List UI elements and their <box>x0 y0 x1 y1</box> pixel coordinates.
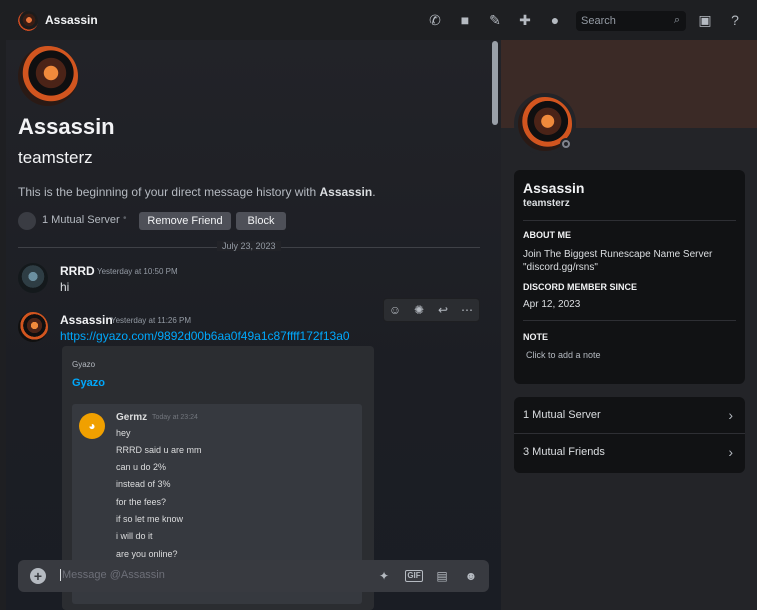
message-text: hi <box>60 280 70 294</box>
video-icon[interactable]: ■ <box>457 12 473 28</box>
mutual-friends-label: 3 Mutual Friends <box>523 446 605 458</box>
more-icon[interactable]: ⋯ <box>459 302 475 318</box>
emoji-icon[interactable]: ☻ <box>463 568 479 584</box>
dm-header-username: teamsterz <box>18 148 93 167</box>
inbox-icon[interactable]: ▣ <box>697 12 713 28</box>
avatar[interactable] <box>18 312 48 342</box>
search-placeholder: Search <box>581 15 616 27</box>
reply-icon[interactable]: ↩ <box>435 302 451 318</box>
screenshot-line: i will do it <box>116 531 153 541</box>
dm-avatar[interactable] <box>18 11 38 31</box>
mutual-server-icon[interactable] <box>18 212 36 230</box>
screenshot-author: Germz <box>116 412 148 423</box>
profile-username: teamsterz <box>523 198 570 209</box>
message-link[interactable]: https://gyazo.com/9892d00b6aa0f49a1c87ff… <box>60 329 350 343</box>
profile-card: Assassin teamsterz ABOUT ME Join The Big… <box>514 170 745 384</box>
divider <box>523 220 736 221</box>
gif-button[interactable]: GIF <box>405 570 423 582</box>
note-input[interactable]: Click to add a note <box>526 350 601 360</box>
gift-icon[interactable]: ✦ <box>376 568 392 584</box>
screenshot-line: for the fees? <box>116 497 167 507</box>
member-since-date: Apr 12, 2023 <box>523 299 581 310</box>
search-icon: ⌕ <box>673 14 680 26</box>
discord-icon: ◕ <box>79 413 105 439</box>
pin-icon[interactable]: ✎ <box>487 12 503 28</box>
dm-title: Assassin <box>45 13 98 27</box>
dm-intro-name: Assassin <box>319 185 373 199</box>
profile-name: Assassin <box>523 180 585 196</box>
add-reaction-icon[interactable]: ☺ <box>387 302 403 318</box>
mutual-servers-label: 1 Mutual Server <box>523 409 601 421</box>
about-me-heading: ABOUT ME <box>523 230 571 240</box>
avatar[interactable] <box>18 263 48 293</box>
screenshot-line: are you online? <box>116 549 178 559</box>
screenshot-line: RRRD said u are mm <box>116 445 202 455</box>
screenshot-line: if so let me know <box>116 514 184 524</box>
message-input[interactable]: Message @Assassin <box>60 569 165 581</box>
phone-call-icon[interactable]: ✆ <box>427 12 443 28</box>
block-button[interactable]: Block <box>236 212 286 230</box>
screenshot-line: hey <box>116 428 131 438</box>
mutual-servers-row[interactable]: 1 Mutual Server › <box>514 397 745 433</box>
chat-panel: Assassin teamsterz This is the beginning… <box>6 40 501 610</box>
chat-scrollbar[interactable] <box>492 41 498 125</box>
help-icon[interactable]: ? <box>727 12 743 28</box>
super-reaction-icon[interactable]: ✺ <box>411 302 427 318</box>
note-heading: NOTE <box>523 332 549 342</box>
about-me-text: Join The Biggest Runescape Name Server "… <box>523 249 713 273</box>
remove-friend-button[interactable]: Remove Friend <box>139 212 231 230</box>
search-input[interactable]: Search ⌕ <box>576 11 686 31</box>
message-timestamp: Yesterday at 11:26 PM <box>111 316 192 325</box>
divider <box>523 320 736 321</box>
upload-plus-icon[interactable]: + <box>30 568 46 584</box>
user-profile-panel: Assassin teamsterz ABOUT ME Join The Big… <box>501 40 757 610</box>
embed-provider: Gyazo <box>72 360 96 369</box>
message-timestamp: Yesterday at 10:50 PM <box>97 267 178 276</box>
mutual-servers-link[interactable]: 1 Mutual Server <box>42 214 120 226</box>
mutuals-card: 1 Mutual Server › 3 Mutual Friends › <box>514 397 745 473</box>
dm-header-avatar[interactable] <box>18 46 78 106</box>
message-author[interactable]: Assassin <box>60 313 113 327</box>
profile-icon[interactable]: ● <box>547 12 563 28</box>
screenshot-time: Today at 23:24 <box>152 414 198 421</box>
message-actions-toolbar: ☺ ✺ ↩ ⋯ <box>383 298 480 322</box>
screenshot-line: can u do 2% <box>116 462 167 472</box>
date-divider: July 23, 2023 <box>217 241 281 251</box>
chevron-right-icon: › <box>728 444 733 460</box>
message-author[interactable]: RRRD <box>60 264 95 278</box>
add-user-icon[interactable]: ✚ <box>517 12 533 28</box>
mutual-friends-row[interactable]: 3 Mutual Friends › <box>514 434 745 472</box>
sticker-icon[interactable]: ▤ <box>434 568 450 584</box>
separator-dot: • <box>123 213 127 224</box>
message-composer: + Message @Assassin ✦ GIF ▤ ☻ <box>18 560 489 592</box>
member-since-heading: DISCORD MEMBER SINCE <box>523 282 638 292</box>
embed-title[interactable]: Gyazo <box>72 377 105 389</box>
screenshot-line: instead of 3% <box>116 479 171 489</box>
status-offline-icon <box>560 138 572 150</box>
dm-intro-text: This is the beginning of your direct mes… <box>18 185 376 199</box>
dm-header-name: Assassin <box>18 114 115 139</box>
chevron-right-icon: › <box>728 407 733 423</box>
title-bar: Assassin ✆ ■ ✎ ✚ ● Search ⌕ ▣ ? <box>0 0 757 40</box>
